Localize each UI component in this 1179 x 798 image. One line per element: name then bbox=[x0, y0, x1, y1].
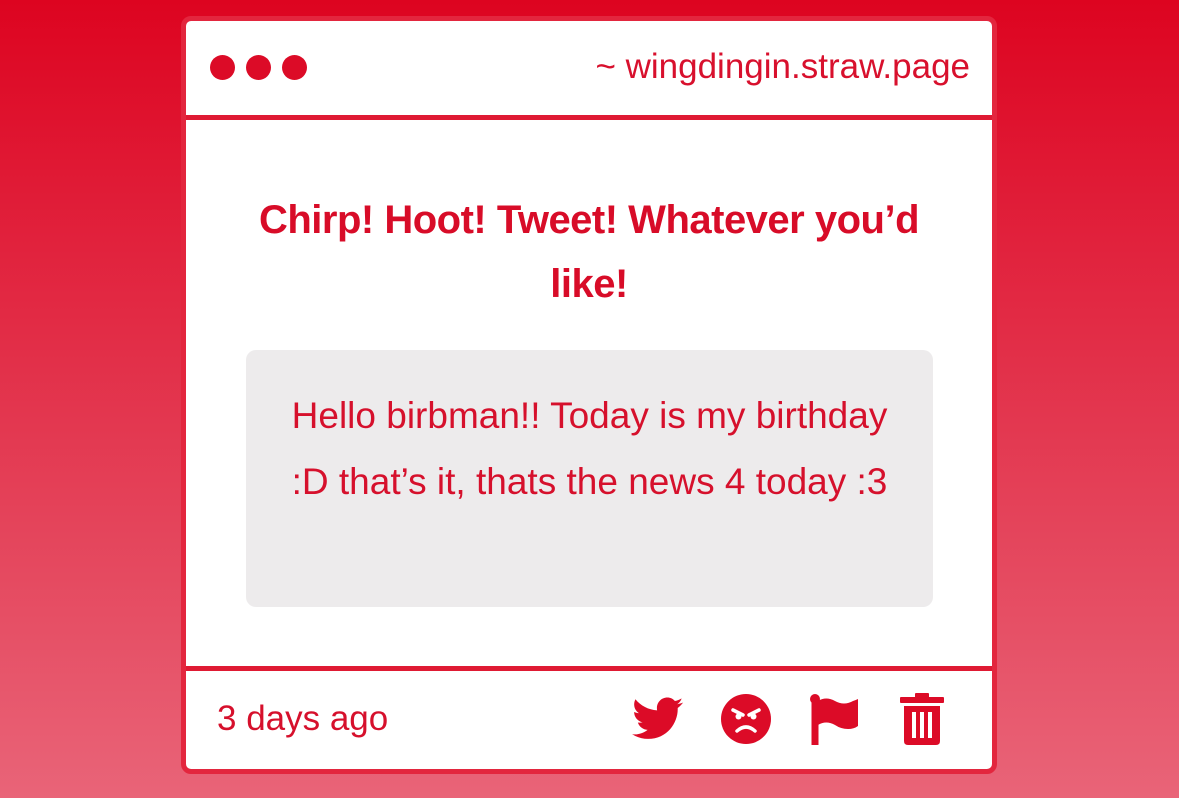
chirp-button[interactable] bbox=[632, 693, 684, 745]
window-dot-3 bbox=[282, 55, 307, 80]
window-dot-1 bbox=[210, 55, 235, 80]
window-titlebar: ~ wingdingin.straw.page bbox=[186, 21, 992, 120]
message-box: Hello birbman!! Today is my birthday :D … bbox=[246, 350, 933, 607]
site-url[interactable]: ~ wingdingin.straw.page bbox=[595, 45, 970, 89]
report-button[interactable] bbox=[808, 693, 860, 745]
delete-button[interactable] bbox=[896, 693, 948, 745]
angry-reaction-button[interactable] bbox=[720, 693, 772, 745]
window-controls bbox=[210, 55, 307, 80]
message-text: Hello birbman!! Today is my birthday :D … bbox=[291, 395, 888, 502]
post-content: Chirp! Hoot! Tweet! Whatever you’d like!… bbox=[186, 120, 992, 666]
window-dot-2 bbox=[246, 55, 271, 80]
angry-face-icon bbox=[721, 694, 771, 744]
timestamp: 3 days ago bbox=[217, 699, 389, 738]
trash-icon bbox=[900, 693, 944, 745]
action-bar bbox=[632, 693, 948, 745]
bird-icon bbox=[632, 697, 684, 739]
post-window: ~ wingdingin.straw.page Chirp! Hoot! Twe… bbox=[181, 16, 997, 774]
post-footer: 3 days ago bbox=[186, 666, 992, 769]
flag-icon bbox=[810, 694, 858, 745]
page-title: Chirp! Hoot! Tweet! Whatever you’d like! bbox=[258, 198, 920, 306]
